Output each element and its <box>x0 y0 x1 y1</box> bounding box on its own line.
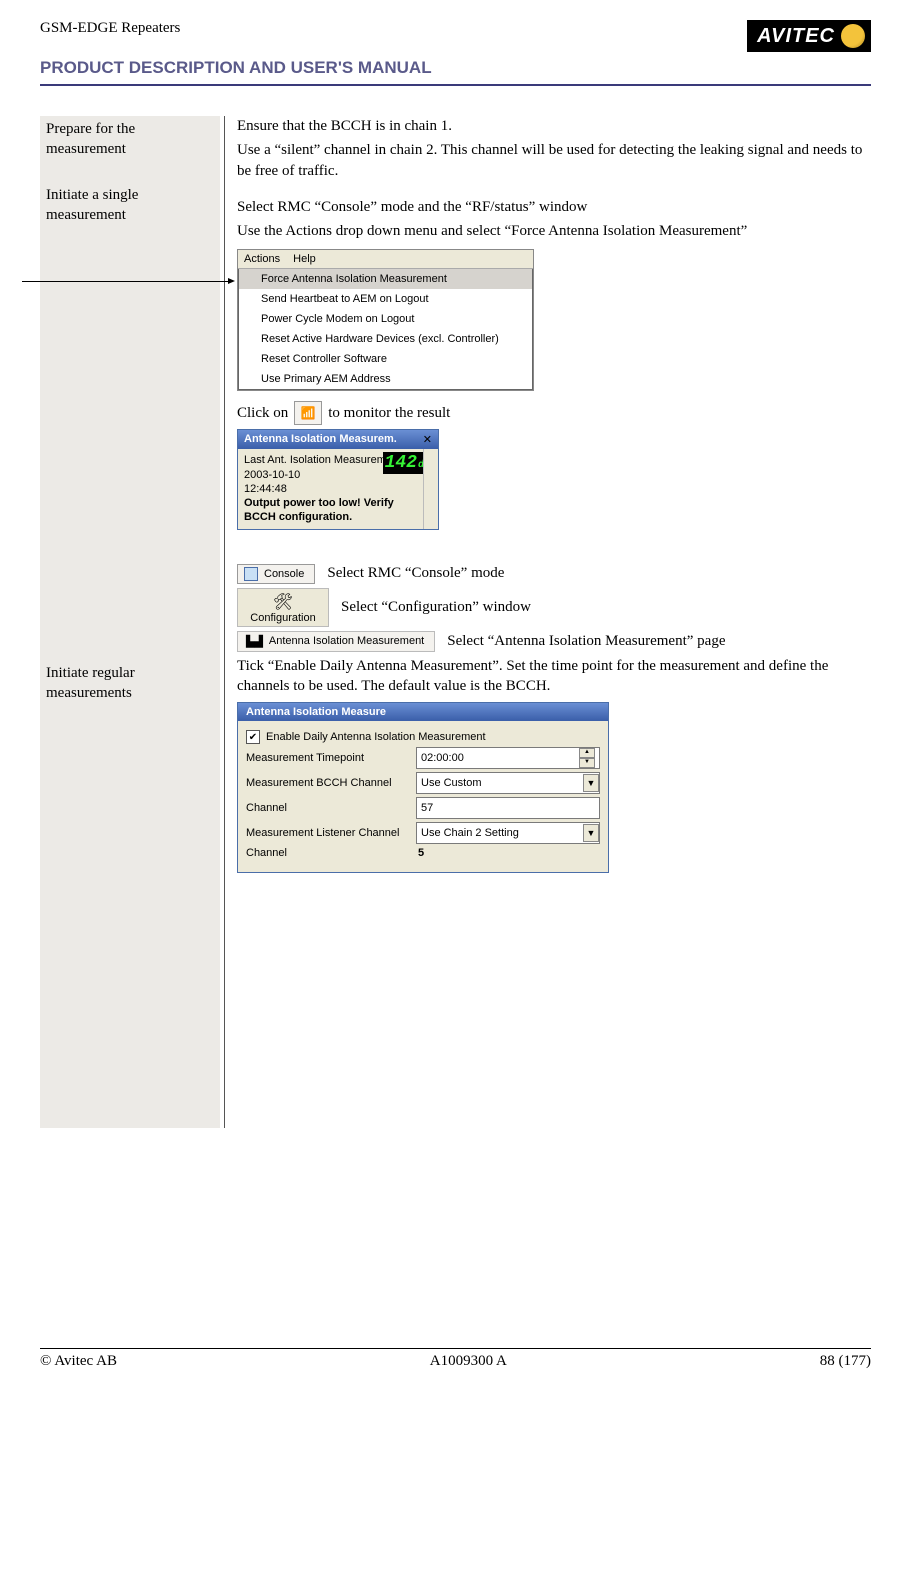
footer-right: 88 (177) <box>820 1353 871 1370</box>
sidebar-regular: Initiate regular measurements <box>40 660 220 1128</box>
aim-tab-label: Antenna Isolation Measurement <box>269 635 424 647</box>
footer-left: © Avitec AB <box>40 1353 117 1370</box>
aim-form-panel: Antenna Isolation Measure ✔ Enable Daily… <box>237 702 609 873</box>
menu-item-primary-aem[interactable]: Use Primary AEM Address <box>239 369 532 389</box>
form-title: Antenna Isolation Measure <box>238 703 608 721</box>
monitor-icon-button[interactable]: 📶 <box>294 401 322 425</box>
divider-vertical <box>224 116 225 1128</box>
wrench-icon: 🛠 <box>238 592 328 612</box>
prepare-text-1: Ensure that the BCCH is in chain 1. <box>237 116 871 136</box>
close-icon[interactable]: ✕ <box>423 433 432 446</box>
click-on-post: to monitor the result <box>328 405 450 422</box>
listener-value: Use Chain 2 Setting <box>421 827 519 839</box>
divider <box>40 84 871 86</box>
product-line: PRODUCT DESCRIPTION AND USER'S MANUAL <box>40 58 871 78</box>
configuration-label: Configuration <box>238 612 328 624</box>
footer-divider <box>40 1348 871 1349</box>
listener-select[interactable]: Use Chain 2 Setting ▼ <box>416 822 600 844</box>
panel-warn-2: BCCH configuration. <box>244 510 432 524</box>
timepoint-input[interactable]: 02:00:00 ▲▼ <box>416 747 600 769</box>
bcch-label: Measurement BCCH Channel <box>246 777 416 789</box>
listener-label: Measurement Listener Channel <box>246 827 416 839</box>
antenna-icon: ▙▟ <box>246 635 263 648</box>
console-icon <box>244 567 258 581</box>
pointer-arrow <box>22 281 232 282</box>
menu-item-reset-sw[interactable]: Reset Controller Software <box>239 349 532 369</box>
single-text-1: Select RMC “Console” mode and the “RF/st… <box>237 197 871 217</box>
antenna-panel-title: Antenna Isolation Measurem. <box>244 433 397 446</box>
footer-center: A1009300 A <box>430 1353 507 1370</box>
console-label: Console <box>264 568 304 580</box>
channel2-label: Channel <box>246 847 416 859</box>
sidebar-blank1 <box>40 310 220 660</box>
enable-checkbox[interactable]: ✔ <box>246 730 260 744</box>
click-on-pre: Click on <box>237 405 288 422</box>
sidebar-prepare: Prepare for the measurement <box>40 116 220 182</box>
spinner-icon[interactable]: ▲▼ <box>579 748 595 768</box>
antenna-measurement-panel: Antenna Isolation Measurem. ✕ 142dB Last… <box>237 429 439 529</box>
timepoint-label: Measurement Timepoint <box>246 752 416 764</box>
scrollbar[interactable] <box>423 449 438 528</box>
bcch-value: Use Custom <box>421 777 482 789</box>
console-mode-chip[interactable]: Console <box>237 564 315 584</box>
channel1-input[interactable]: 57 <box>416 797 600 819</box>
sidebar-single: Initiate a single measurement <box>40 182 220 310</box>
aim-text: Select “Antenna Isolation Measurement” p… <box>447 633 725 650</box>
menu-item-reset-hw[interactable]: Reset Active Hardware Devices (excl. Con… <box>239 329 532 349</box>
tick-instruction: Tick “Enable Daily Antenna Measurement”.… <box>237 656 871 697</box>
configuration-tile[interactable]: 🛠 Configuration <box>237 588 329 627</box>
single-text-2: Use the Actions drop down menu and selec… <box>237 221 871 241</box>
menu-item-heartbeat[interactable]: Send Heartbeat to AEM on Logout <box>239 289 532 309</box>
aim-tab[interactable]: ▙▟ Antenna Isolation Measurement <box>237 631 435 652</box>
channel1-label: Channel <box>246 802 416 814</box>
actions-menu-screenshot: Actions Help Force Antenna Isolation Mea… <box>237 249 534 391</box>
panel-warn-1: Output power too low! Verify <box>244 496 432 510</box>
chevron-down-icon[interactable]: ▼ <box>583 774 599 792</box>
logo-icon <box>841 24 865 48</box>
menu-item-power-cycle[interactable]: Power Cycle Modem on Logout <box>239 309 532 329</box>
enable-label: Enable Daily Antenna Isolation Measureme… <box>266 731 486 743</box>
db-value: 142 <box>385 453 417 473</box>
panel-line-3: 12:44:48 <box>244 482 432 496</box>
bcch-select[interactable]: Use Custom ▼ <box>416 772 600 794</box>
chevron-down-icon[interactable]: ▼ <box>583 824 599 842</box>
menu-actions[interactable]: Actions <box>244 253 280 265</box>
menubar: Actions Help <box>238 250 533 269</box>
menu-item-force-antenna[interactable]: Force Antenna Isolation Measurement <box>239 269 532 289</box>
channel2-value: 5 <box>416 847 424 859</box>
timepoint-value: 02:00:00 <box>421 752 464 764</box>
menu-help[interactable]: Help <box>293 253 316 265</box>
prepare-text-2: Use a “silent” channel in chain 2. This … <box>237 140 871 181</box>
logo-text: AVITEC <box>757 25 835 48</box>
header-title: GSM-EDGE Repeaters <box>40 20 180 37</box>
console-text: Select RMC “Console” mode <box>327 565 504 582</box>
logo: AVITEC <box>747 20 871 52</box>
configuration-text: Select “Configuration” window <box>341 599 531 616</box>
channel1-value: 57 <box>421 802 433 814</box>
chart-icon: 📶 <box>301 406 316 421</box>
